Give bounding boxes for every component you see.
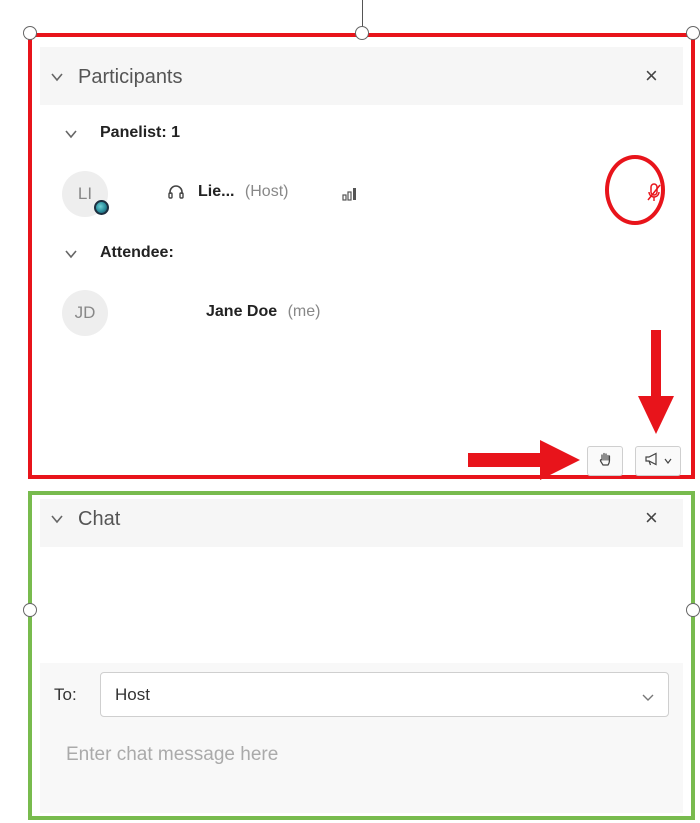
avatar: JD bbox=[62, 290, 108, 336]
attendee-section-chevron-icon[interactable] bbox=[64, 247, 78, 261]
status-globe-icon bbox=[94, 200, 109, 215]
chevron-down-icon bbox=[642, 690, 654, 708]
chat-title: Chat bbox=[78, 508, 121, 530]
panelist-section-chevron-icon[interactable] bbox=[64, 127, 78, 141]
headset-icon bbox=[166, 182, 186, 207]
to-label: To: bbox=[54, 685, 77, 704]
participants-close-icon[interactable]: × bbox=[645, 63, 658, 89]
raise-hand-button[interactable] bbox=[587, 446, 623, 476]
attendee-name-line: Jane Doe (me) bbox=[206, 303, 320, 321]
top-guide-line bbox=[362, 0, 363, 28]
attendee-name: Jane Doe bbox=[206, 303, 278, 320]
resize-handle-top-right[interactable] bbox=[686, 26, 700, 40]
resize-handle-middle-right[interactable] bbox=[686, 603, 700, 617]
signal-bars-icon bbox=[342, 185, 360, 206]
attendee-role: (me) bbox=[287, 303, 321, 320]
panelist-name: Lie... bbox=[198, 183, 235, 200]
annotation-circle bbox=[605, 155, 665, 225]
panelist-role: (Host) bbox=[244, 183, 289, 200]
recipient-select[interactable]: Host bbox=[100, 672, 669, 717]
panelist-section-label: Panelist: 1 bbox=[100, 124, 181, 141]
resize-handle-top-left[interactable] bbox=[23, 26, 37, 40]
chevron-down-icon bbox=[664, 452, 672, 470]
chat-panel: Chat × To: Host bbox=[28, 491, 695, 820]
raise-hand-icon bbox=[597, 451, 613, 472]
attendee-row[interactable]: JD Jane Doe (me) bbox=[62, 286, 682, 342]
annotation-arrow-right bbox=[468, 438, 588, 487]
recipient-select-value: Host bbox=[115, 685, 150, 704]
participants-title: Participants bbox=[78, 66, 183, 88]
participants-collapse-chevron-icon[interactable] bbox=[50, 70, 64, 84]
chat-collapse-chevron-icon[interactable] bbox=[50, 512, 64, 526]
attendee-section-label: Attendee: bbox=[100, 244, 174, 261]
chat-message-input[interactable] bbox=[66, 737, 646, 773]
megaphone-icon bbox=[644, 451, 662, 472]
resize-handle-middle-left[interactable] bbox=[23, 603, 37, 617]
resize-handle-top-center[interactable] bbox=[355, 26, 369, 40]
chat-header bbox=[40, 499, 683, 547]
panelist-row[interactable]: LI Lie... (Host) bbox=[62, 167, 682, 223]
megaphone-button[interactable] bbox=[635, 446, 681, 476]
chat-close-icon[interactable]: × bbox=[645, 505, 658, 531]
annotation-arrow-down bbox=[634, 330, 678, 445]
participants-panel: Participants × Panelist: 1 LI Lie... (Ho… bbox=[28, 33, 695, 479]
chat-message-area bbox=[40, 555, 683, 655]
panelist-name-line: Lie... (Host) bbox=[198, 183, 288, 201]
